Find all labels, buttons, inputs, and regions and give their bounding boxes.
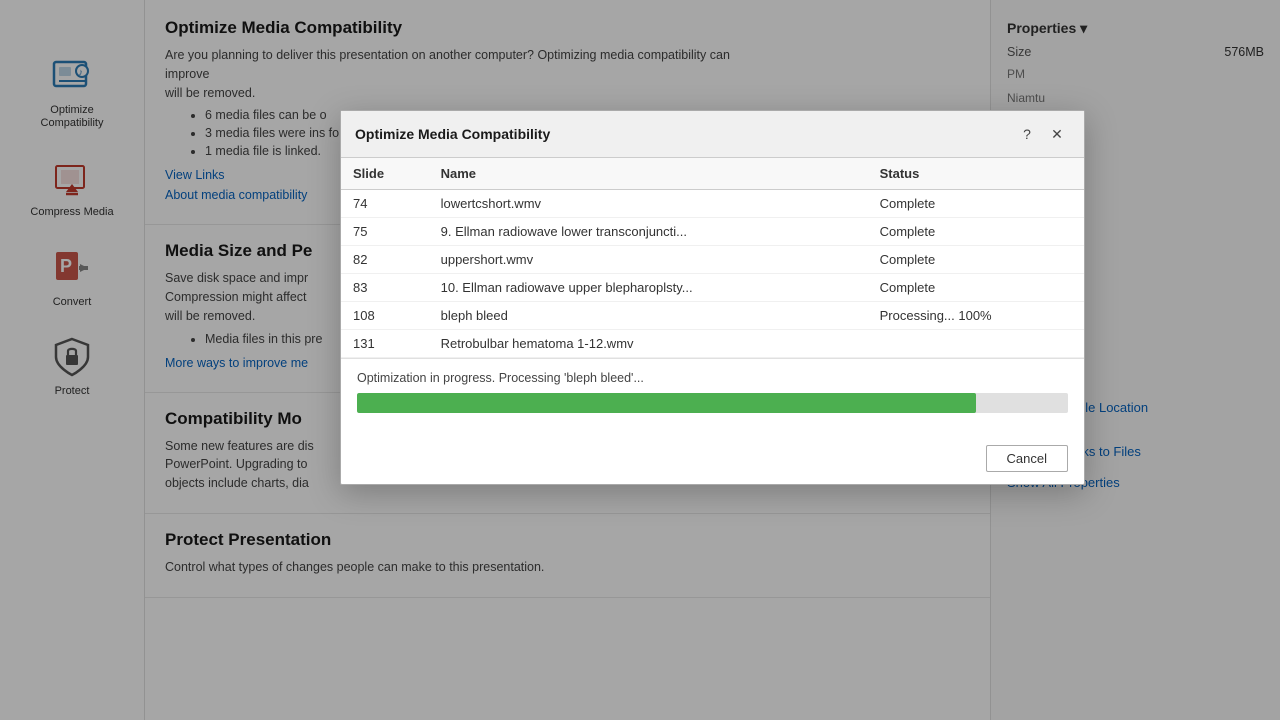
table-row: 82uppershort.wmvComplete (341, 246, 1084, 274)
modal-controls: ? ✕ (1014, 121, 1070, 147)
cell-slide: 82 (341, 246, 429, 274)
cell-slide: 75 (341, 218, 429, 246)
table-row: 108bleph bleedProcessing... 100% (341, 302, 1084, 330)
modal-progress-area: Optimization in progress. Processing 'bl… (341, 358, 1084, 441)
modal-footer: Cancel (341, 441, 1084, 484)
cancel-button[interactable]: Cancel (986, 445, 1068, 472)
modal-table-area: Slide Name Status 74lowertcshort.wmvComp… (341, 158, 1084, 358)
cell-name: Retrobulbar hematoma 1-12.wmv (429, 330, 868, 358)
main-panel: ♪ OptimizeCompatibility Compress Media (0, 0, 1280, 720)
cell-slide: 83 (341, 274, 429, 302)
progress-bar-background (357, 393, 1068, 413)
cell-status: Complete (868, 274, 1084, 302)
cell-status: Complete (868, 190, 1084, 218)
modal-help-button[interactable]: ? (1014, 121, 1040, 147)
cell-name: 10. Ellman radiowave upper blepharoplsty… (429, 274, 868, 302)
table-row: 8310. Ellman radiowave upper blepharopls… (341, 274, 1084, 302)
cell-status: Complete (868, 246, 1084, 274)
cell-name: bleph bleed (429, 302, 868, 330)
progress-label: Optimization in progress. Processing 'bl… (357, 371, 1068, 385)
modal-close-button[interactable]: ✕ (1044, 121, 1070, 147)
cell-status: Complete (868, 218, 1084, 246)
col-name: Name (429, 158, 868, 190)
modal-title: Optimize Media Compatibility (355, 126, 550, 142)
media-table: Slide Name Status 74lowertcshort.wmvComp… (341, 158, 1084, 358)
cell-slide: 74 (341, 190, 429, 218)
cell-name: lowertcshort.wmv (429, 190, 868, 218)
optimize-modal: Optimize Media Compatibility ? ✕ Slide N… (340, 110, 1085, 485)
modal-titlebar: Optimize Media Compatibility ? ✕ (341, 111, 1084, 158)
progress-bar-fill (357, 393, 976, 413)
cell-slide: 108 (341, 302, 429, 330)
cell-status (868, 330, 1084, 358)
table-row: 131Retrobulbar hematoma 1-12.wmv (341, 330, 1084, 358)
col-slide: Slide (341, 158, 429, 190)
cell-status: Processing... 100% (868, 302, 1084, 330)
table-row: 74lowertcshort.wmvComplete (341, 190, 1084, 218)
cell-name: 9. Ellman radiowave lower transconjuncti… (429, 218, 868, 246)
cell-slide: 131 (341, 330, 429, 358)
cell-name: uppershort.wmv (429, 246, 868, 274)
col-status: Status (868, 158, 1084, 190)
table-row: 759. Ellman radiowave lower transconjunc… (341, 218, 1084, 246)
